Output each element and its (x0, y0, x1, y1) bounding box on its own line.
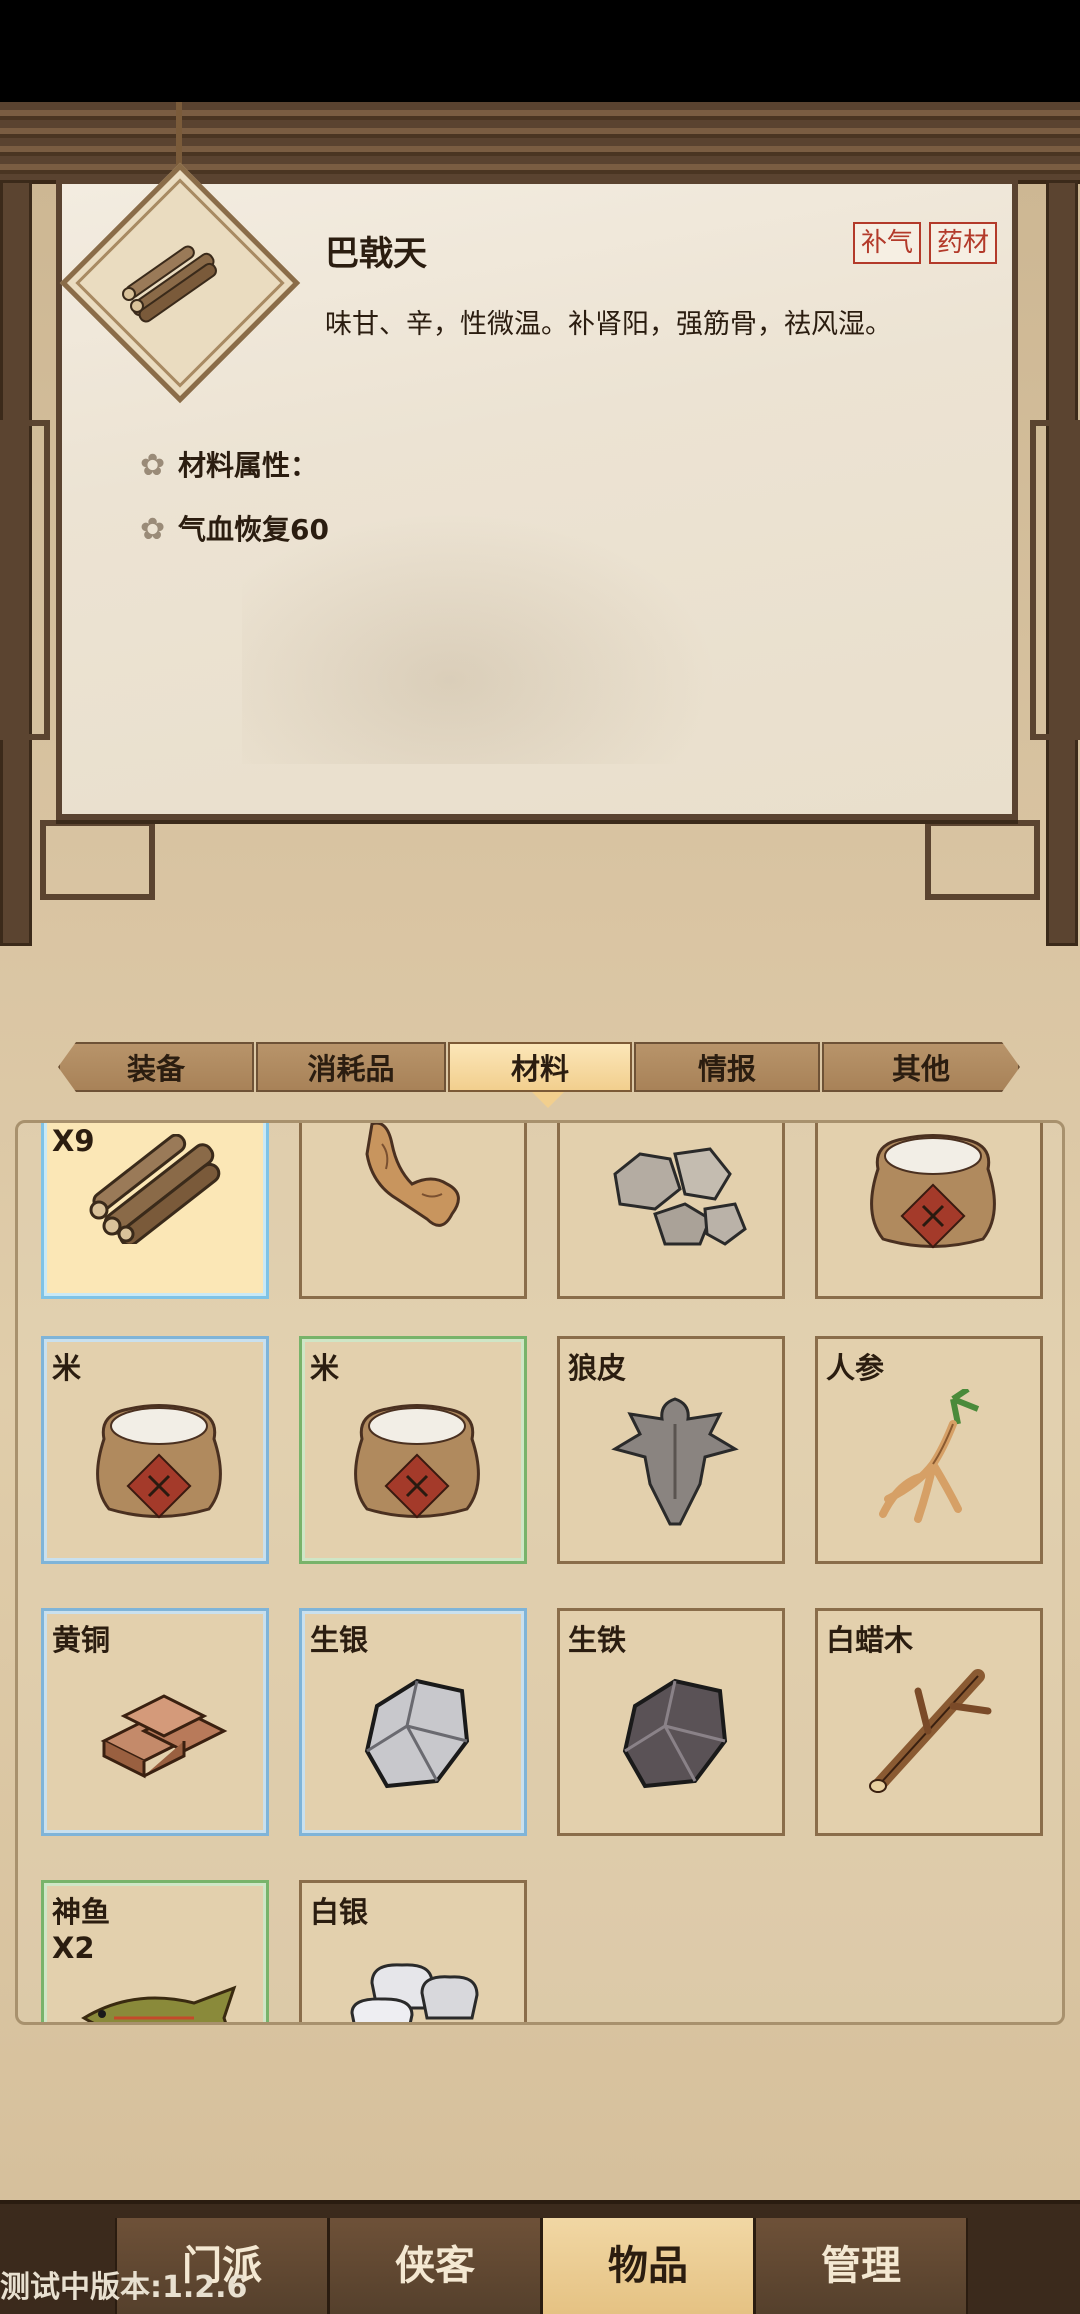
version-label: 测试中版本:1.2.6 (0, 2270, 248, 2305)
tab-equipment[interactable]: 装备 (58, 1042, 254, 1092)
item-grid[interactable]: X9 米 米 狼皮 人参 黄铜 生银 生铁 白蜡木 神鱼 X2 白银 (15, 1120, 1065, 2025)
bajitian-root-icon (89, 1134, 221, 1244)
nav-manage[interactable]: 管理 (754, 2218, 968, 2314)
tab-materials[interactable]: 材料 (448, 1042, 632, 1092)
item-slot[interactable]: 生铁 (557, 1608, 785, 1836)
item-slot[interactable]: 黄铜 (41, 1608, 269, 1836)
lattice-left (0, 420, 50, 740)
item-title: 巴戟天 (325, 234, 427, 274)
arowana-fish-icon (81, 1985, 237, 2022)
status-bar (0, 0, 1080, 102)
brass-ingots-icon (100, 1694, 228, 1779)
active-tab-indicator (532, 1092, 564, 1108)
rice-sack-icon (870, 1134, 996, 1249)
wolf-pelt-icon (611, 1397, 739, 1526)
raw-iron-ore-icon (622, 1678, 728, 1789)
category-tabs: 装备 消耗品 材料 情报 其他 (58, 1042, 1020, 1092)
bajitian-root-icon (122, 245, 217, 323)
item-slot[interactable]: 米 (299, 1336, 527, 1564)
stones-icon (613, 1147, 747, 1246)
tab-intel[interactable]: 情报 (634, 1042, 820, 1092)
item-slot[interactable]: 白银 (299, 1880, 527, 2022)
item-slot[interactable]: X9 (41, 1123, 269, 1299)
ginseng-icon (879, 1389, 980, 1523)
attribute-header: ✿ 材料属性： (140, 448, 319, 483)
item-slot[interactable]: 神鱼 X2 (41, 1880, 269, 2022)
lattice-bottom-left (40, 820, 155, 900)
tab-other[interactable]: 其他 (822, 1042, 1020, 1092)
item-slot[interactable] (815, 1123, 1043, 1299)
item-slot[interactable]: 狼皮 (557, 1336, 785, 1564)
item-slot[interactable]: 生银 (299, 1608, 527, 1836)
nav-heroes[interactable]: 侠客 (328, 2218, 542, 2314)
item-description: 味甘、辛，性微温。补肾阳，强筋骨，祛风湿。 (325, 309, 892, 340)
lattice-right (1030, 420, 1080, 740)
item-slot[interactable]: 米 (41, 1336, 269, 1564)
rice-sack-icon (354, 1404, 480, 1519)
raw-silver-ore-icon (364, 1678, 470, 1789)
ash-wood-branch-icon (869, 1669, 992, 1793)
flower-icon: ✿ (140, 448, 166, 483)
tag-yaocai: 药材 (929, 222, 998, 264)
ginger-root-icon (365, 1123, 460, 1227)
tag-buqi: 补气 (853, 222, 922, 264)
silver-ingots-icon (350, 1963, 479, 2022)
tab-consumables[interactable]: 消耗品 (256, 1042, 446, 1092)
wooden-beam (0, 102, 1080, 184)
rice-sack-icon (96, 1404, 222, 1519)
nav-items[interactable]: 物品 (541, 2218, 755, 2314)
item-slot[interactable] (299, 1123, 527, 1299)
item-slot[interactable]: 白蜡木 (815, 1608, 1043, 1836)
item-slot[interactable] (557, 1123, 785, 1299)
attribute-line: ✿ 气血恢复60 (140, 512, 329, 547)
item-slot[interactable]: 人参 (815, 1336, 1043, 1564)
lattice-bottom-right (925, 820, 1040, 900)
flower-icon: ✿ (140, 512, 166, 547)
